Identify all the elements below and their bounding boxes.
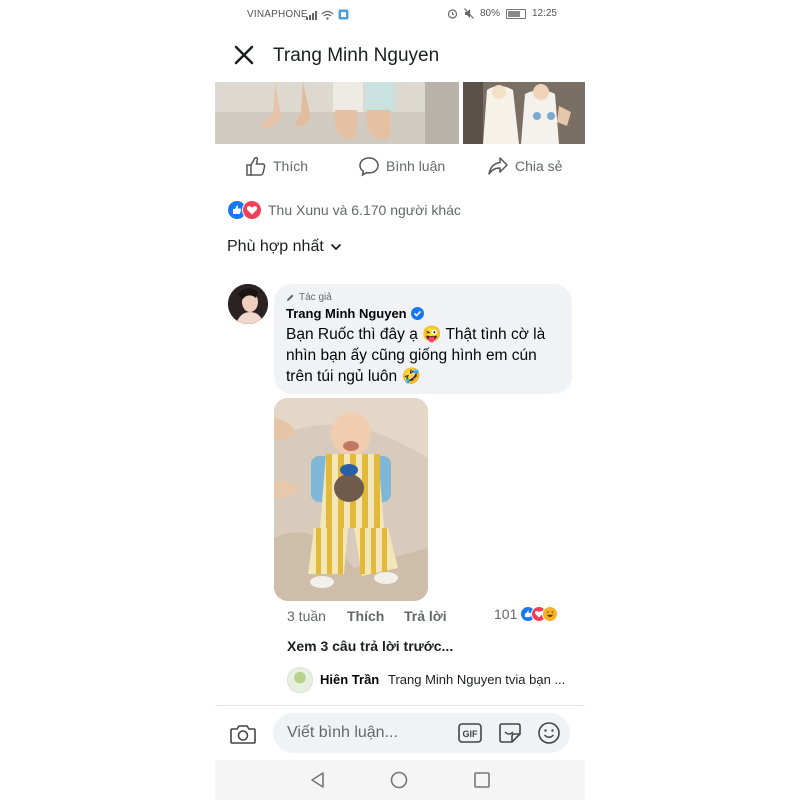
love-reaction-icon — [242, 200, 262, 220]
emoji-icon[interactable] — [537, 721, 561, 745]
page-title: Trang Minh Nguyen — [273, 45, 440, 66]
status-right: 80% 12:25 — [447, 8, 557, 19]
battery-percent: 80% — [479, 8, 500, 19]
gif-label: GIF — [463, 729, 479, 739]
author-badge-label: Tác giả — [299, 292, 332, 303]
clock-time: 12:25 — [531, 8, 557, 19]
messenger-status-icon — [338, 9, 349, 20]
share-button[interactable]: Chia sẻ — [487, 155, 562, 177]
share-label: Chia sẻ — [515, 158, 563, 174]
wifi-icon — [321, 10, 334, 20]
reaction-summary-text: Thu Xunu và 6.170 người khác — [268, 202, 461, 218]
like-icon — [246, 156, 266, 176]
children-feet-image — [215, 82, 459, 144]
reaction-summary[interactable]: Thu Xunu và 6.170 người khác — [227, 200, 461, 220]
status-bar: VINAPHONE 80% 12:25 — [215, 0, 585, 30]
carrier-name: VINAPHONE — [247, 9, 308, 20]
comment-input-container: GIF — [273, 713, 570, 753]
post-photo-1[interactable] — [215, 82, 459, 144]
view-previous-replies-link[interactable]: Xem 3 câu trả lời trước... — [287, 638, 453, 654]
comment-label: Bình luận — [386, 158, 446, 174]
baby-sleeping-bag-image — [274, 398, 428, 601]
reply-text: Trang Minh Nguyen tvia bạn ... — [388, 672, 566, 687]
like-label: Thích — [273, 158, 309, 174]
comment-like-button[interactable]: Thích — [347, 608, 384, 624]
nav-home-icon[interactable] — [389, 770, 409, 790]
close-icon[interactable] — [233, 44, 255, 66]
post-action-bar: Thích Bình luận Chia sẻ — [215, 150, 585, 184]
reply-preview[interactable]: Hiên Trần Trang Minh Nguyen tvia bạn ... — [287, 667, 577, 693]
post-header: Trang Minh Nguyen — [215, 36, 585, 76]
reaction-count-text: 101 — [494, 606, 518, 622]
comment-composer: GIF — [215, 708, 585, 760]
comment-button[interactable]: Bình luận — [358, 155, 445, 177]
mute-icon — [464, 8, 474, 19]
reply-avatar[interactable] — [287, 667, 313, 693]
comment-sort-dropdown[interactable]: Phù hợp nhất — [227, 238, 342, 256]
signal-wifi-group — [306, 9, 349, 20]
comment-author[interactable]: Trang Minh Nguyen — [286, 306, 424, 321]
children-pajamas-image — [463, 82, 585, 144]
chevron-down-icon — [330, 243, 341, 251]
signal-icon — [306, 11, 317, 20]
comment-icon — [359, 157, 379, 177]
comment-author-name: Trang Minh Nguyen — [286, 306, 407, 321]
nav-back-icon[interactable] — [309, 770, 327, 790]
battery-icon — [505, 8, 526, 19]
share-icon — [488, 157, 508, 175]
sort-label: Phù hợp nhất — [227, 238, 324, 255]
comment-time[interactable]: 3 tuần — [287, 608, 326, 624]
comment-reaction-count[interactable]: 101 — [494, 606, 559, 622]
reply-author-name[interactable]: Hiên Trần — [320, 672, 379, 687]
commenter-avatar[interactable] — [228, 284, 268, 324]
system-nav-bar — [215, 760, 585, 800]
nav-recent-icon[interactable] — [473, 771, 491, 789]
post-photo-2[interactable] — [463, 82, 585, 144]
camera-icon[interactable] — [229, 722, 257, 746]
phone-screen: VINAPHONE 80% 12:25 Trang Minh Nguyen Th… — [215, 0, 585, 800]
comment-photo[interactable] — [274, 398, 428, 601]
avatar-image — [228, 284, 268, 324]
pencil-icon — [287, 294, 294, 301]
comment-input[interactable] — [285, 723, 449, 743]
haha-reaction-small-icon — [542, 606, 559, 622]
gif-icon[interactable]: GIF — [457, 722, 483, 744]
comment-reply-button[interactable]: Trả lời — [404, 608, 447, 624]
comment-bubble[interactable]: Tác giả Trang Minh Nguyen Bạn Ruốc thì đ… — [274, 284, 572, 394]
alarm-icon — [447, 9, 458, 19]
composer-divider — [215, 705, 585, 706]
sticker-icon[interactable] — [497, 721, 523, 745]
author-badge: Tác giả — [286, 292, 332, 303]
verified-icon — [410, 307, 424, 320]
comment-text: Bạn Ruốc thì đây ạ 😜 Thật tình cờ là nhì… — [286, 326, 546, 385]
like-button[interactable]: Thích — [245, 155, 308, 177]
